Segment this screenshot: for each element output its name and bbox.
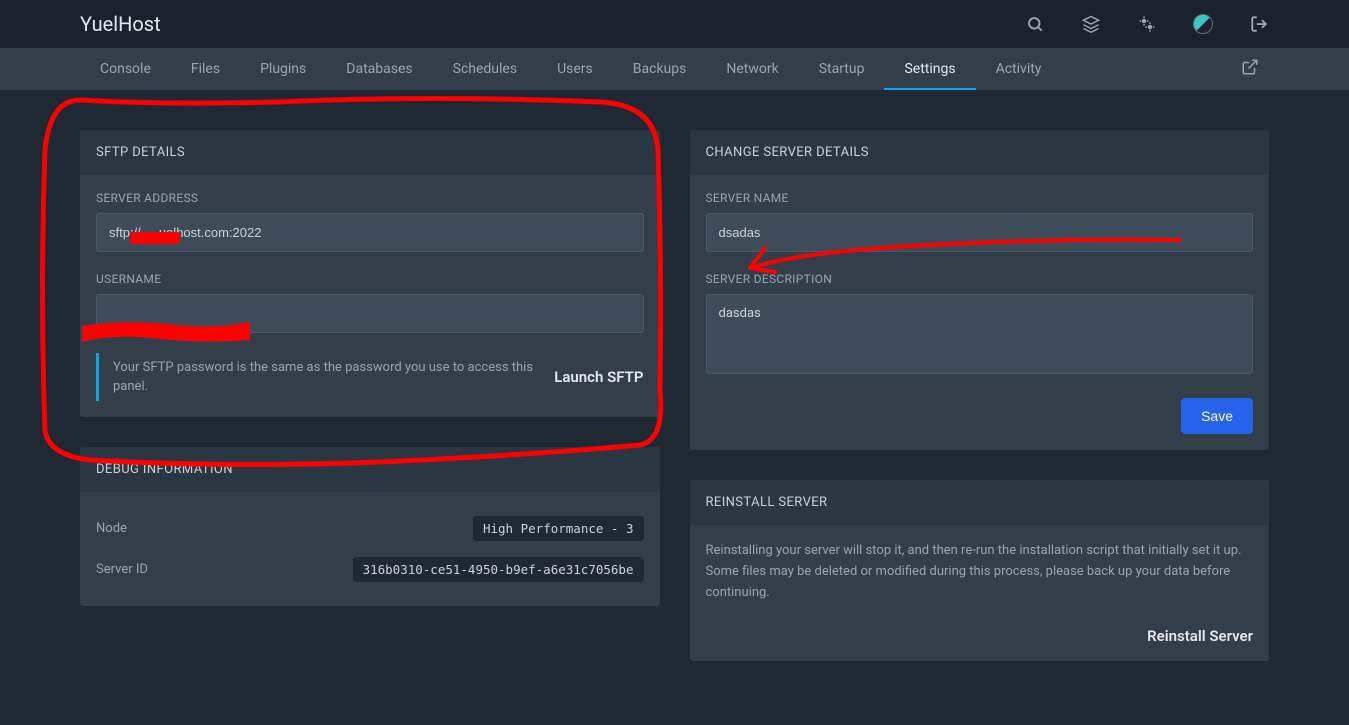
nav-backups[interactable]: Backups: [613, 48, 707, 90]
nav-settings[interactable]: Settings: [884, 48, 975, 90]
card-header: DEBUG INFORMATION: [80, 447, 660, 492]
username-label: USERNAME: [96, 272, 644, 286]
node-value[interactable]: High Performance - 3: [473, 516, 644, 541]
nav-startup[interactable]: Startup: [799, 48, 885, 90]
card-header: CHANGE SERVER DETAILS: [690, 130, 1270, 175]
nav-schedules[interactable]: Schedules: [433, 48, 537, 90]
server-desc-label: SERVER DESCRIPTION: [706, 272, 1254, 286]
server-address-label: SERVER ADDRESS: [96, 191, 644, 205]
server-desc-textarea[interactable]: [706, 294, 1254, 374]
reinstall-card: REINSTALL SERVER Reinstalling your serve…: [690, 480, 1270, 661]
reinstall-button[interactable]: Reinstall Server: [1147, 627, 1253, 645]
server-id-value[interactable]: 316b0310-ce51-4950-b9ef-a6e31c7056be: [353, 557, 644, 582]
node-label: Node: [96, 521, 127, 536]
card-header: REINSTALL SERVER: [690, 480, 1270, 525]
info-accent-bar: [96, 353, 99, 401]
nav-activity[interactable]: Activity: [976, 48, 1062, 90]
reinstall-description: Reinstalling your server will stop it, a…: [706, 541, 1254, 603]
nav-bar: Console Files Plugins Databases Schedule…: [0, 48, 1349, 90]
change-details-card: CHANGE SERVER DETAILS SERVER NAME SERVER…: [690, 130, 1270, 450]
external-link-icon[interactable]: [1231, 58, 1269, 80]
server-name-input[interactable]: [706, 213, 1254, 252]
sftp-details-card: SFTP DETAILS SERVER ADDRESS USERNAME You…: [80, 130, 660, 417]
layers-icon[interactable]: [1081, 14, 1101, 34]
logout-icon[interactable]: [1249, 14, 1269, 34]
top-bar: YuelHost: [0, 0, 1349, 48]
server-address-input[interactable]: [96, 213, 644, 252]
avatar[interactable]: [1193, 14, 1213, 34]
search-icon[interactable]: [1025, 14, 1045, 34]
debug-info-card: DEBUG INFORMATION Node High Performance …: [80, 447, 660, 606]
nav-plugins[interactable]: Plugins: [240, 48, 326, 90]
card-header: SFTP DETAILS: [80, 130, 660, 175]
server-name-label: SERVER NAME: [706, 191, 1254, 205]
nav-users[interactable]: Users: [537, 48, 613, 90]
server-id-label: Server ID: [96, 562, 148, 577]
settings-icon[interactable]: [1137, 14, 1157, 34]
save-button[interactable]: Save: [1181, 398, 1253, 434]
brand-logo[interactable]: YuelHost: [80, 12, 161, 36]
launch-sftp-button[interactable]: Launch SFTP: [554, 368, 643, 386]
username-input[interactable]: [96, 294, 644, 333]
nav-console[interactable]: Console: [80, 48, 171, 90]
nav-network[interactable]: Network: [706, 48, 798, 90]
nav-databases[interactable]: Databases: [326, 48, 432, 90]
sftp-note: Your SFTP password is the same as the pa…: [113, 358, 540, 397]
nav-files[interactable]: Files: [171, 48, 240, 90]
